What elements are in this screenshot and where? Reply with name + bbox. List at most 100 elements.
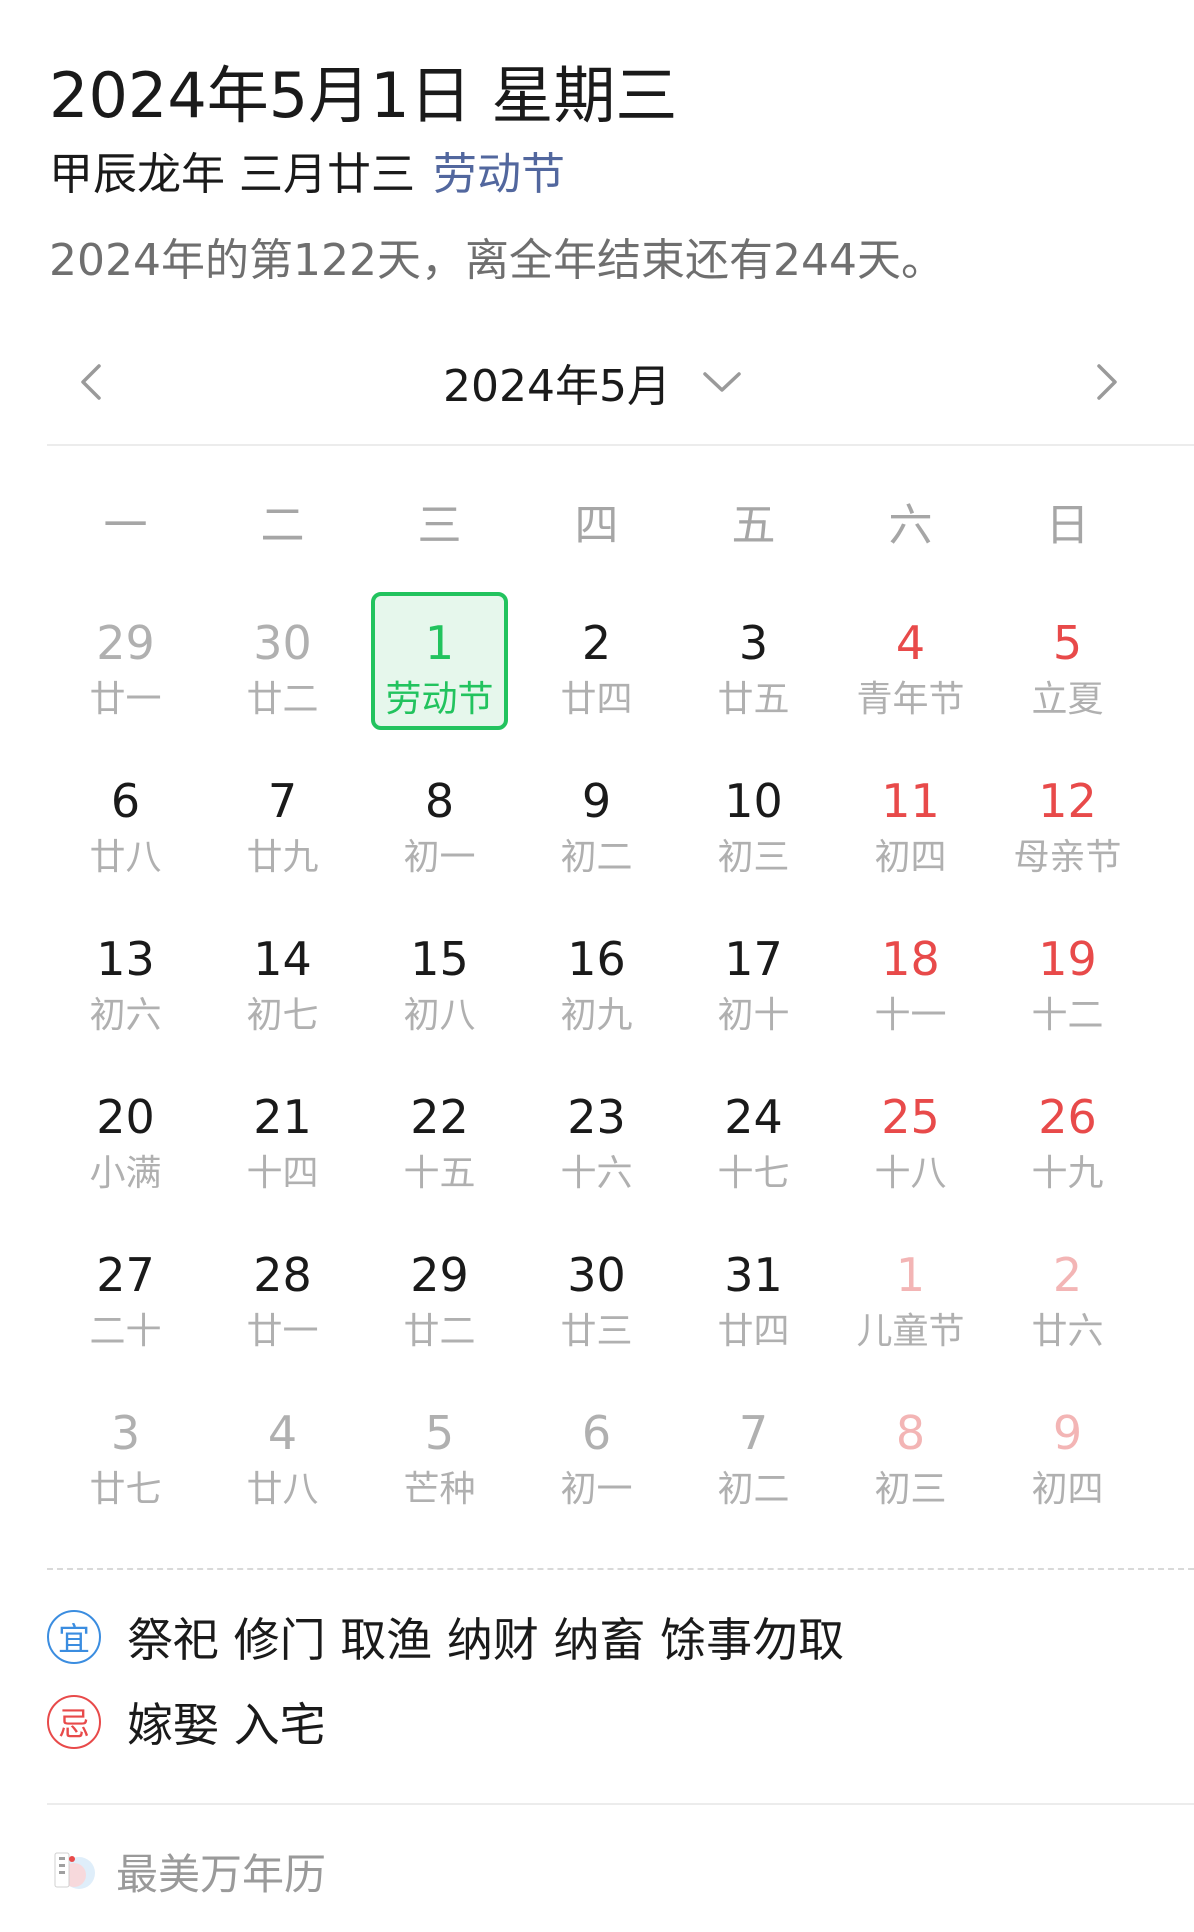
day-cell[interactable]: 31 廿四 (675, 1228, 832, 1386)
month-label: 2024年5月 (443, 361, 671, 412)
lunar-day-label: 十六 (560, 1153, 633, 1194)
day-cell[interactable]: 20 小满 (47, 1070, 204, 1228)
day-number: 29 (410, 1248, 469, 1302)
weekday-label: 日 (1045, 500, 1090, 551)
day-cell-selected[interactable]: 1 劳动节 (361, 592, 518, 754)
day-cell[interactable]: 3 廿七 (47, 1386, 204, 1544)
day-cell[interactable]: 17 初十 (675, 912, 832, 1070)
day-cell[interactable]: 8 初三 (832, 1386, 989, 1544)
day-number: 1 (424, 616, 455, 670)
day-cell[interactable]: 30 廿二 (204, 596, 361, 754)
day-cell[interactable]: 22 十五 (361, 1070, 518, 1228)
app-footer[interactable]: 最美万年历 (52, 1843, 326, 1899)
day-number: 29 (96, 616, 155, 670)
day-cell[interactable]: 18 十一 (832, 912, 989, 1070)
day-number: 9 (581, 774, 612, 828)
lunar-day-label: 初三 (874, 1469, 947, 1510)
day-cell[interactable]: 10 初三 (675, 754, 832, 912)
day-cell[interactable]: 19 十二 (989, 912, 1146, 1070)
day-cell[interactable]: 29 廿一 (47, 596, 204, 754)
day-of-year-text: 2024年的第122天，离全年结束还有244天。 (49, 235, 945, 286)
day-number: 8 (895, 1406, 926, 1460)
day-number: 5 (424, 1406, 455, 1460)
day-cell[interactable]: 3 廿五 (675, 596, 832, 754)
day-cell[interactable]: 13 初六 (47, 912, 204, 1070)
day-cell[interactable]: 2 廿四 (518, 596, 675, 754)
day-number: 4 (895, 616, 926, 670)
day-cell[interactable]: 16 初九 (518, 912, 675, 1070)
day-number: 27 (96, 1248, 155, 1302)
lunar-day-label: 初一 (403, 837, 476, 878)
day-cell[interactable]: 11 初四 (832, 754, 989, 912)
lunar-day-label: 廿七 (89, 1469, 162, 1510)
date-header: 2024年5月1日 星期三 甲辰龙年 三月廿三 劳动节 2024年的第122天，离… (49, 58, 945, 290)
date-title: 2024年5月1日 星期三 (49, 59, 678, 132)
day-cell[interactable]: 1 儿童节 (832, 1228, 989, 1386)
day-number: 31 (724, 1248, 783, 1302)
lunar-day-label: 初十 (717, 995, 790, 1036)
day-cell[interactable]: 30 廿三 (518, 1228, 675, 1386)
day-cell[interactable]: 29 廿二 (361, 1228, 518, 1386)
day-cell[interactable]: 12 母亲节 (989, 754, 1146, 912)
lunar-day-label: 廿八 (89, 837, 162, 878)
weekday-label: 六 (888, 500, 933, 551)
festival-link[interactable]: 劳动节 (433, 149, 565, 200)
day-number: 17 (724, 932, 783, 986)
lunar-day-label: 十一 (874, 995, 947, 1036)
prev-month-button[interactable] (63, 352, 123, 412)
next-month-button[interactable] (1075, 352, 1135, 412)
day-cell[interactable]: 9 初四 (989, 1386, 1146, 1544)
lunar-day-label: 十四 (246, 1153, 319, 1194)
weekday-header: 一 二 三 四 五 六 日 (47, 490, 1147, 562)
day-cell[interactable]: 14 初七 (204, 912, 361, 1070)
lunar-day-label: 立夏 (1031, 679, 1104, 720)
chevron-left-icon (81, 364, 101, 400)
day-cell[interactable]: 25 十八 (832, 1070, 989, 1228)
lunar-day-label: 儿童节 (856, 1311, 965, 1352)
lunar-day-label: 芒种 (403, 1469, 476, 1510)
lunar-day-label: 廿一 (89, 679, 162, 720)
day-cell[interactable]: 27 二十 (47, 1228, 204, 1386)
day-cell[interactable]: 23 十六 (518, 1070, 675, 1228)
day-cell[interactable]: 6 廿八 (47, 754, 204, 912)
day-number: 30 (253, 616, 312, 670)
day-cell[interactable]: 9 初二 (518, 754, 675, 912)
day-cell[interactable]: 5 芒种 (361, 1386, 518, 1544)
lunar-day-label: 十五 (403, 1153, 476, 1194)
day-cell[interactable]: 4 青年节 (832, 596, 989, 754)
lunar-day-label: 十九 (1031, 1153, 1104, 1194)
lunar-day-label: 廿九 (246, 837, 319, 878)
avoid-row: 忌 嫁娶 入宅 (47, 1692, 326, 1752)
day-number: 12 (1038, 774, 1097, 828)
day-cell[interactable]: 26 十九 (989, 1070, 1146, 1228)
day-cell[interactable]: 8 初一 (361, 754, 518, 912)
day-cell[interactable]: 5 立夏 (989, 596, 1146, 754)
day-cell[interactable]: 7 廿九 (204, 754, 361, 912)
day-cell[interactable]: 15 初八 (361, 912, 518, 1070)
lunar-day-label: 初三 (717, 837, 790, 878)
day-cell[interactable]: 24 十七 (675, 1070, 832, 1228)
day-cell[interactable]: 28 廿一 (204, 1228, 361, 1386)
lunar-day-label: 十七 (717, 1153, 790, 1194)
day-cell[interactable]: 7 初二 (675, 1386, 832, 1544)
day-number: 4 (267, 1406, 298, 1460)
lunar-day-label: 初四 (874, 837, 947, 878)
day-number: 6 (581, 1406, 612, 1460)
month-selector[interactable]: 2024年5月 (443, 352, 745, 412)
day-number: 19 (1038, 932, 1097, 986)
day-number: 7 (738, 1406, 769, 1460)
lunar-day-label: 劳动节 (385, 679, 494, 720)
day-cell[interactable]: 4 廿八 (204, 1386, 361, 1544)
avoid-items: 嫁娶 入宅 (127, 1698, 326, 1752)
lunar-day-label: 廿四 (560, 679, 633, 720)
lunar-day-label: 初八 (403, 995, 476, 1036)
day-number: 26 (1038, 1090, 1097, 1144)
day-number: 25 (881, 1090, 940, 1144)
day-cell[interactable]: 21 十四 (204, 1070, 361, 1228)
day-cell[interactable]: 2 廿六 (989, 1228, 1146, 1386)
lunar-day-label: 廿四 (717, 1311, 790, 1352)
app-logo-icon (54, 1852, 95, 1889)
day-number: 28 (253, 1248, 312, 1302)
day-cell[interactable]: 6 初一 (518, 1386, 675, 1544)
lunar-day-label: 初二 (560, 837, 633, 878)
